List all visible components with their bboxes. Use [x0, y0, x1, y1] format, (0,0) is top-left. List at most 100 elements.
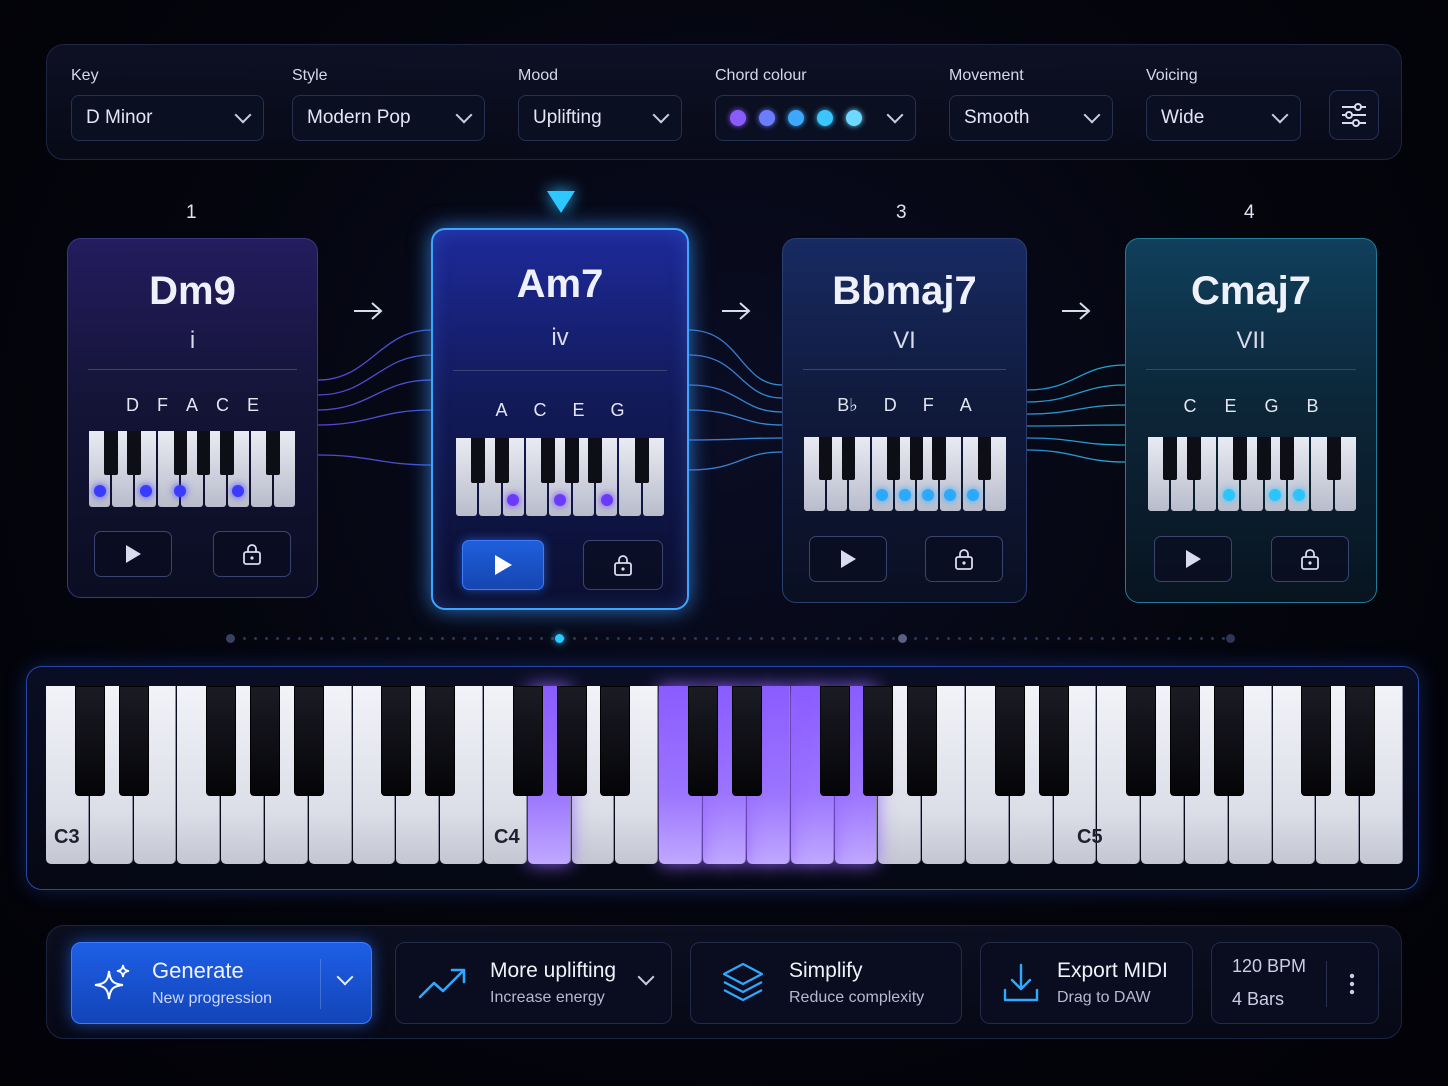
piano-black-key[interactable]	[863, 686, 894, 796]
piano-black-key[interactable]	[688, 686, 719, 796]
timeline-tick	[1145, 637, 1148, 640]
timeline-tick	[716, 637, 719, 640]
play-icon	[1186, 550, 1201, 568]
play-button[interactable]	[462, 540, 544, 590]
play-button[interactable]	[809, 536, 887, 582]
piano-black-key[interactable]	[731, 686, 762, 796]
piano-black-key[interactable]	[512, 686, 543, 796]
chord-card-2-active[interactable]: Am7 iv A C E G	[431, 228, 689, 610]
tempo-text: 120 BPM 4 Bars	[1232, 956, 1306, 1010]
more-options-icon[interactable]	[1349, 973, 1355, 995]
tempo-panel[interactable]: 120 BPM 4 Bars	[1211, 942, 1379, 1024]
chord-card-3[interactable]: Bbmaj7 VI B♭ D F A	[782, 238, 1027, 603]
note-label: G	[1264, 396, 1279, 416]
progression-timeline[interactable]	[226, 632, 1236, 646]
chord-card-1[interactable]: Dm9 i D F A C E	[67, 238, 318, 598]
piano-black-key[interactable]	[994, 686, 1025, 796]
position-number-3: 3	[896, 202, 907, 223]
chord-roman-numeral: VII	[1236, 327, 1266, 354]
piano-black-key[interactable]	[250, 686, 281, 796]
chord-card-4[interactable]: Cmaj7 VII C E G B	[1125, 238, 1377, 603]
timeline-tick	[1222, 637, 1225, 640]
uplift-text: More uplifting Increase energy	[490, 959, 616, 1007]
uplift-subtitle: Increase energy	[490, 989, 605, 1006]
simplify-button[interactable]: Simplify Reduce complexity	[690, 942, 962, 1024]
timeline-tick	[1134, 637, 1137, 640]
chord-notes: D F A C E	[68, 395, 317, 416]
piano-black-key[interactable]	[293, 686, 324, 796]
timeline-tick	[331, 637, 334, 640]
timeline-tick	[529, 637, 532, 640]
bpm-value: 120 BPM	[1232, 956, 1307, 976]
lock-button[interactable]	[925, 536, 1003, 582]
simplify-subtitle: Reduce complexity	[789, 989, 925, 1006]
timeline-tick	[551, 637, 554, 640]
piano-black-key[interactable]	[600, 686, 631, 796]
lock-button[interactable]	[1271, 536, 1349, 582]
octave-label-c4: C4	[494, 826, 520, 848]
piano-black-key[interactable]	[1213, 686, 1244, 796]
piano-black-key[interactable]	[1301, 686, 1332, 796]
timeline-tick	[738, 637, 741, 640]
timeline-tick	[705, 637, 708, 640]
timeline-marker[interactable]	[226, 634, 235, 643]
generate-button[interactable]: Generate New progression	[71, 942, 372, 1024]
playhead-indicator	[547, 191, 575, 213]
timeline-tick	[1211, 637, 1214, 640]
piano-black-key[interactable]	[381, 686, 412, 796]
timeline-tick	[573, 637, 576, 640]
timeline-tick	[782, 637, 785, 640]
piano-black-key[interactable]	[556, 686, 587, 796]
timeline-marker[interactable]	[555, 634, 564, 643]
chord-tone-dot	[967, 489, 979, 501]
play-icon	[126, 545, 141, 563]
timeline-tick	[749, 637, 752, 640]
timeline-marker[interactable]	[1226, 634, 1235, 643]
mini-black-key	[1233, 437, 1248, 480]
piano-black-key[interactable]	[425, 686, 456, 796]
piano-black-key[interactable]	[118, 686, 149, 796]
mini-black-key	[104, 431, 119, 476]
timeline-tick	[815, 637, 818, 640]
timeline-tick	[617, 637, 620, 640]
play-button[interactable]	[1154, 536, 1232, 582]
timeline-tick	[760, 637, 763, 640]
piano-black-key[interactable]	[819, 686, 850, 796]
piano-black-key[interactable]	[1038, 686, 1069, 796]
chord-tone-dot	[554, 494, 566, 506]
note-label: C	[216, 395, 229, 415]
piano-black-key[interactable]	[74, 686, 105, 796]
timeline-tick	[485, 637, 488, 640]
download-icon	[1003, 963, 1039, 1002]
mini-black-key	[634, 438, 649, 484]
divider	[1326, 961, 1327, 1007]
piano-keyboard[interactable]: C3 C4 C5	[46, 686, 1404, 866]
piano-black-key[interactable]	[1169, 686, 1200, 796]
timeline-tick	[947, 637, 950, 640]
generate-subtitle: New progression	[152, 990, 273, 1007]
more-uplifting-button[interactable]: More uplifting Increase energy	[395, 942, 672, 1024]
piano-black-key[interactable]	[907, 686, 938, 796]
chevron-down-icon[interactable]	[637, 968, 655, 986]
export-midi-button[interactable]: Export MIDI Drag to DAW	[980, 942, 1193, 1024]
play-button[interactable]	[94, 531, 172, 577]
note-label: A	[495, 400, 508, 420]
note-label: C	[1183, 396, 1197, 416]
timeline-tick	[540, 637, 543, 640]
timeline-tick	[518, 637, 521, 640]
piano-black-key[interactable]	[1126, 686, 1157, 796]
lock-button[interactable]	[213, 531, 291, 577]
bars-value: 4 Bars	[1232, 989, 1285, 1009]
timeline-marker[interactable]	[898, 634, 907, 643]
lock-icon	[243, 544, 261, 565]
lock-button[interactable]	[583, 540, 663, 590]
piano-black-key[interactable]	[1345, 686, 1376, 796]
chevron-down-icon[interactable]	[336, 968, 354, 986]
timeline-tick	[1046, 637, 1049, 640]
timeline-tick	[342, 637, 345, 640]
piano-black-key[interactable]	[206, 686, 237, 796]
mini-keyboard	[88, 431, 296, 507]
timeline-tick	[1156, 637, 1159, 640]
timeline-tick	[507, 637, 510, 640]
note-label: B♭	[837, 395, 858, 415]
